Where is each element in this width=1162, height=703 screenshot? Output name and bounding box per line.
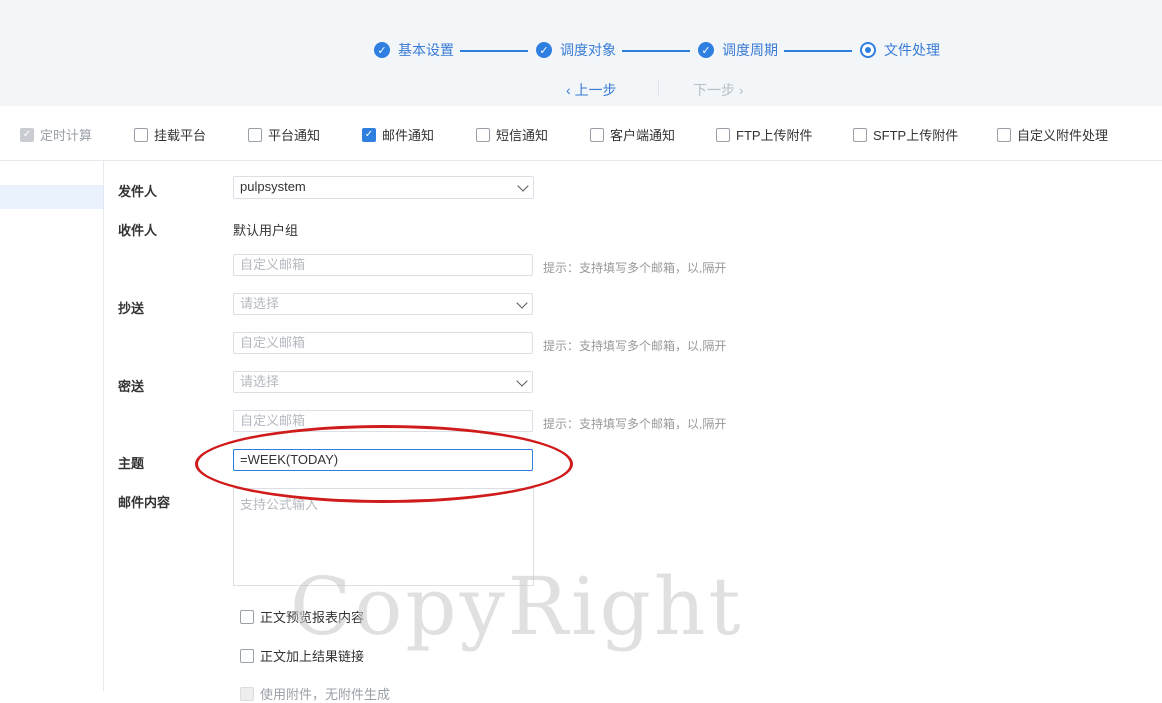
bcc-select[interactable]: 请选择 bbox=[233, 371, 533, 393]
checkbox-checked-icon: ✓ bbox=[362, 127, 376, 142]
left-panel-selected-item[interactable] bbox=[0, 185, 103, 209]
recipient-group: 默认用户组 bbox=[233, 223, 299, 238]
bcc-email-input[interactable]: 自定义邮箱 bbox=[233, 410, 533, 432]
check-icon: ✓ bbox=[374, 42, 390, 58]
checkbox-icon bbox=[248, 127, 262, 142]
chevron-left-icon: ‹ bbox=[566, 82, 575, 98]
nav-divider bbox=[658, 80, 659, 96]
cc-label: 抄送 bbox=[118, 301, 145, 316]
option-result-link[interactable]: 正文加上结果链接 bbox=[240, 646, 364, 665]
checkbox-icon bbox=[134, 127, 148, 142]
check-icon: ✓ bbox=[536, 42, 552, 58]
checkbox-icon bbox=[240, 648, 254, 663]
option-client-notify[interactable]: 客户端通知 bbox=[590, 125, 675, 144]
chevron-right-icon: › bbox=[735, 82, 744, 98]
option-email-notify[interactable]: ✓ 邮件通知 bbox=[362, 125, 434, 144]
checkbox-icon bbox=[240, 686, 254, 701]
checkbox-icon bbox=[590, 127, 604, 142]
option-custom-attachment[interactable]: 自定义附件处理 bbox=[997, 125, 1108, 144]
option-preview-report[interactable]: 正文预览报表内容 bbox=[240, 607, 364, 626]
current-step-icon bbox=[860, 42, 876, 58]
chevron-down-icon bbox=[517, 180, 529, 192]
option-sftp-upload[interactable]: SFTP上传附件 bbox=[853, 125, 958, 144]
check-icon: ✓ bbox=[698, 42, 714, 58]
option-scheduled-calc[interactable]: ✓ 定时计算 bbox=[20, 125, 92, 144]
option-mount-platform[interactable]: 挂载平台 bbox=[134, 125, 206, 144]
checkbox-icon bbox=[476, 127, 490, 142]
wizard-header: ✓ 基本设置 ✓ 调度对象 ✓ 调度周期 文件处理 ‹ 上一步 下一步 › bbox=[0, 0, 1162, 106]
option-ftp-upload[interactable]: FTP上传附件 bbox=[716, 125, 813, 144]
bcc-label: 密送 bbox=[118, 379, 145, 394]
prev-step-button[interactable]: ‹ 上一步 bbox=[566, 80, 617, 100]
step-schedule-object[interactable]: ✓ 调度对象 bbox=[536, 40, 616, 60]
bcc-hint: 提示：支持填写多个邮箱，以,隔开 bbox=[543, 417, 727, 431]
cc-select[interactable]: 请选择 bbox=[233, 293, 533, 315]
subject-input[interactable]: =WEEK(TODAY) bbox=[233, 449, 533, 471]
sender-label: 发件人 bbox=[118, 184, 158, 199]
step-label: 调度周期 bbox=[722, 42, 778, 58]
option-sms-notify[interactable]: 短信通知 bbox=[476, 125, 548, 144]
step-basic-settings[interactable]: ✓ 基本设置 bbox=[374, 40, 454, 60]
step-label: 文件处理 bbox=[884, 42, 940, 58]
cc-hint: 提示：支持填写多个邮箱，以,隔开 bbox=[543, 339, 727, 353]
checkbox-icon bbox=[853, 127, 867, 142]
cc-email-input[interactable]: 自定义邮箱 bbox=[233, 332, 533, 354]
chevron-down-icon bbox=[516, 297, 528, 309]
checkbox-icon bbox=[716, 127, 730, 142]
step-label: 基本设置 bbox=[398, 42, 454, 58]
option-use-attachment[interactable]: 使用附件，无附件生成 bbox=[240, 684, 390, 703]
step-file-processing[interactable]: 文件处理 bbox=[860, 40, 940, 60]
step-schedule-cycle[interactable]: ✓ 调度周期 bbox=[698, 40, 778, 60]
checkbox-checked-icon: ✓ bbox=[20, 127, 34, 142]
step-label: 调度对象 bbox=[560, 42, 616, 58]
step-connector bbox=[460, 50, 528, 52]
sender-select[interactable]: pulpsystem bbox=[233, 176, 534, 199]
content-textarea[interactable]: 支持公式输入 bbox=[233, 488, 534, 586]
checkbox-icon bbox=[997, 127, 1011, 142]
step-connector bbox=[622, 50, 690, 52]
content-label: 邮件内容 bbox=[118, 495, 171, 510]
step-indicator: ✓ 基本设置 ✓ 调度对象 ✓ 调度周期 文件处理 bbox=[0, 40, 1162, 62]
subject-label: 主题 bbox=[118, 456, 145, 471]
recipient-label: 收件人 bbox=[118, 223, 158, 238]
recipient-email-input[interactable]: 自定义邮箱 bbox=[233, 254, 533, 276]
chevron-down-icon bbox=[516, 375, 528, 387]
option-platform-notify[interactable]: 平台通知 bbox=[248, 125, 320, 144]
left-panel bbox=[0, 161, 104, 691]
checkbox-icon bbox=[240, 609, 254, 624]
processing-options: ✓ 定时计算 挂载平台 平台通知 ✓ 邮件通知 短信通知 客户端通知 FTP上传附件… bbox=[0, 106, 1162, 161]
next-step-button[interactable]: 下一步 › bbox=[693, 80, 744, 100]
recipient-hint: 提示：支持填写多个邮箱，以,隔开 bbox=[543, 261, 727, 275]
step-connector bbox=[784, 50, 852, 52]
